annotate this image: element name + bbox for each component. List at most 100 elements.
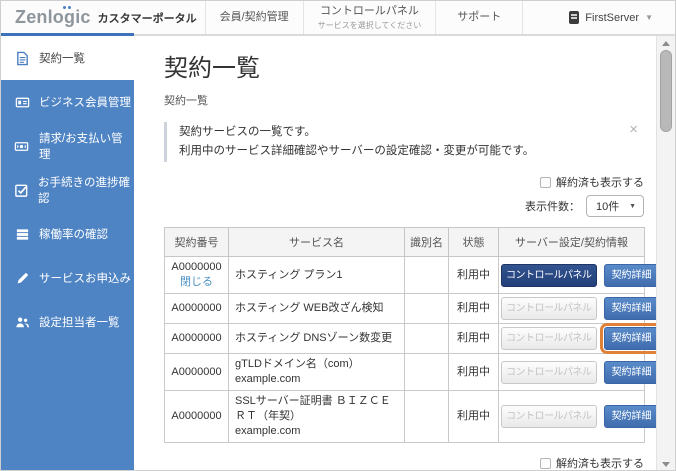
show-cancelled-label: 解約済も表示する xyxy=(556,458,644,470)
pen-icon xyxy=(14,270,30,286)
account-name: FirstServer xyxy=(585,11,640,24)
column-header: 契約番号 xyxy=(164,227,229,257)
close-icon[interactable]: × xyxy=(629,120,638,139)
main-content: 契約一覧 契約一覧 契約サービスの一覧です。 利用中のサービス詳細確認やサーバー… xyxy=(134,36,657,470)
identifier-cell xyxy=(404,293,449,324)
account-menu[interactable]: FirstServer ▼ xyxy=(569,1,653,34)
sidebar-item-contract-list[interactable]: 契約一覧 xyxy=(1,36,134,80)
show-cancelled-checkbox[interactable]: 解約済も表示する xyxy=(540,455,644,470)
column-header: サーバー設定/契約情報 xyxy=(498,227,645,257)
service-name: ホスティング DNSゾーン数変更 xyxy=(235,332,393,344)
status-label: 利用中 xyxy=(448,293,499,324)
table-row: A0000000 ホスティング DNSゾーン数変更 利用中 コントロールパネル … xyxy=(164,323,657,354)
sidebar-item-label: サービスお申込み xyxy=(39,273,131,285)
task-check-icon xyxy=(14,182,29,198)
show-cancelled-checkbox[interactable]: 解約済も表示する xyxy=(540,174,644,190)
control-panel-button: コントロールパネル xyxy=(501,360,597,384)
top-nav: 会員/契約管理 コントロールパネル サービスを選択してください サポート xyxy=(204,1,524,34)
scroll-down-button[interactable] xyxy=(657,458,675,470)
close-row-link[interactable]: 閉じる xyxy=(171,275,222,290)
filters-top: 解約済も表示する 表示件数： 10件 ▼ xyxy=(164,174,644,217)
sidebar-item-label: 契約一覧 xyxy=(39,53,85,65)
contract-detail-button[interactable]: 契約詳細 xyxy=(599,323,657,354)
contract-number: A0000000 xyxy=(171,332,222,344)
id-card-icon xyxy=(14,94,30,110)
per-page-row: 表示件数： 10件 ▼ xyxy=(525,195,644,217)
sidebar-item-label: 稼働率の確認 xyxy=(39,229,108,241)
contract-table: 契約番号 サービス名 識別名 状態 サーバー設定/契約情報 A0000000 閉じる ホ… xyxy=(164,227,657,443)
contract-number: A0000000 xyxy=(171,365,222,378)
contract-detail-button[interactable]: 契約詳細 xyxy=(603,405,657,428)
contract-number: A0000000 xyxy=(171,261,222,273)
sidebar-item-business-member[interactable]: ビジネス会員管理 xyxy=(1,80,134,124)
organization-icon xyxy=(569,11,580,24)
breadcrumb: 契約一覧 xyxy=(164,95,208,107)
scrollbar[interactable] xyxy=(656,36,675,470)
column-header: 識別名 xyxy=(404,227,449,257)
zenlogic-logo[interactable]: Zenlogic カスタマーポータル xyxy=(1,1,197,34)
checkbox-icon xyxy=(540,457,551,469)
zenlogic-customer-portal: Zenlogic カスタマーポータル 会員/契約管理 コントロールパネル サービ… xyxy=(0,0,676,471)
billing-icon xyxy=(14,138,30,154)
sidebar: 契約一覧 ビジネス会員管理 請求/お支払い管理 お手続きの進捗確認 稼働率の確認… xyxy=(1,36,134,470)
sidebar-item-label: 設定担当者一覧 xyxy=(39,317,120,329)
control-panel-button: コントロールパネル xyxy=(501,297,597,320)
sidebar-item-progress-check[interactable]: お手続きの進捗確認 xyxy=(1,168,134,212)
status-label: 利用中 xyxy=(448,353,499,391)
scrollbar-thumb[interactable] xyxy=(660,50,672,132)
sidebar-item-billing[interactable]: 請求/お支払い管理 xyxy=(1,124,134,168)
contract-number: A0000000 xyxy=(171,410,222,422)
control-panel-button: コントロールパネル xyxy=(501,405,597,428)
identifier-cell xyxy=(404,323,449,354)
status-label: 利用中 xyxy=(448,390,499,443)
service-name: gTLDドメイン名（com） xyxy=(235,358,360,370)
chevron-down-icon: ▼ xyxy=(629,202,636,210)
service-name: ホスティング プラン1 xyxy=(235,268,343,281)
document-icon xyxy=(14,50,30,66)
table-row: A0000000 gTLDドメイン名（com） example.com 利用中 … xyxy=(164,353,657,391)
service-name: ホスティング WEB改ざん検知 xyxy=(235,302,384,314)
contract-detail-button[interactable]: 契約詳細 xyxy=(603,263,657,287)
sidebar-item-admin-list[interactable]: 設定担当者一覧 xyxy=(1,300,134,344)
table-header-row: 契約番号 サービス名 識別名 状態 サーバー設定/契約情報 xyxy=(164,227,645,257)
notice-box: 契約サービスの一覧です。 利用中のサービス詳細確認やサーバーの設定確認・変更が可… xyxy=(164,120,644,162)
sidebar-item-service-apply[interactable]: サービスお申込み xyxy=(1,256,134,300)
filters-bottom: 解約済も表示する 表示件数： 10件 ▼ xyxy=(164,455,644,470)
sidebar-item-uptime-check[interactable]: 稼働率の確認 xyxy=(1,212,134,256)
notice-line-1: 契約サービスの一覧です。 xyxy=(179,126,316,138)
table-row: A0000000 ホスティング WEB改ざん検知 利用中 コントロールパネル 契… xyxy=(164,293,657,324)
server-list-icon xyxy=(14,226,30,242)
identifier-cell xyxy=(404,390,449,443)
identifier-cell xyxy=(404,353,449,391)
table-row: A0000000 閉じる ホスティング プラン1 利用中 コントロールパネル 契… xyxy=(164,256,657,294)
app-header: Zenlogic カスタマーポータル 会員/契約管理 コントロールパネル サービ… xyxy=(1,1,675,36)
contract-detail-button[interactable]: 契約詳細 xyxy=(603,297,657,320)
page-title: 契約一覧 xyxy=(164,55,260,82)
contract-detail-button[interactable]: 契約詳細 xyxy=(603,360,657,384)
contract-number: A0000000 xyxy=(171,302,222,314)
control-panel-button: コントロールパネル xyxy=(501,327,597,350)
per-page-select[interactable]: 10件 ▼ xyxy=(586,195,644,217)
people-icon xyxy=(14,314,30,330)
table-row: A0000000 SSLサーバー証明書 ＢＩＺＣＥＲＴ（年契） example.… xyxy=(164,390,657,443)
column-header: 状態 xyxy=(448,227,499,257)
column-header: サービス名 xyxy=(228,227,405,257)
nav-tab-control-panel[interactable]: コントロールパネル サービスを選択してください xyxy=(302,1,436,34)
sidebar-item-label: ビジネス会員管理 xyxy=(39,97,131,109)
service-name: SSLサーバー証明書 ＢＩＺＣＥＲＴ（年契） xyxy=(235,395,391,422)
per-page-label: 表示件数： xyxy=(525,201,580,213)
per-page-value: 10件 xyxy=(596,201,620,213)
show-cancelled-label: 解約済も表示する xyxy=(556,177,644,189)
brand-suffix: カスタマーポータル xyxy=(97,12,197,25)
nav-tab-member-contract[interactable]: 会員/契約管理 xyxy=(204,1,303,34)
scroll-up-button[interactable] xyxy=(657,37,675,50)
sidebar-item-label: お手続きの進捗確認 xyxy=(38,177,130,205)
control-panel-button[interactable]: コントロールパネル xyxy=(501,263,597,287)
service-domain: example.com xyxy=(235,373,301,385)
service-domain: example.com xyxy=(235,425,301,437)
checkbox-icon xyxy=(540,176,551,188)
chevron-down-icon: ▼ xyxy=(645,13,653,22)
identifier-cell xyxy=(404,256,449,294)
status-label: 利用中 xyxy=(448,323,499,354)
nav-tab-support[interactable]: サポート xyxy=(435,1,524,34)
